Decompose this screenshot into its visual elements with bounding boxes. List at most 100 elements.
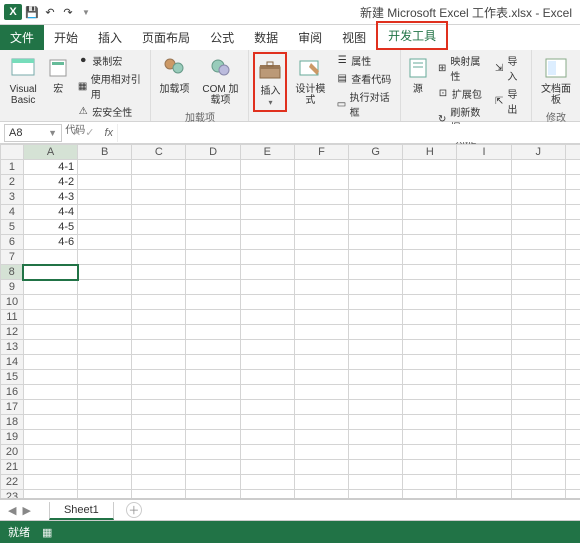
tab-developer[interactable]: 开发工具 (376, 21, 448, 50)
cell-F19[interactable] (294, 430, 348, 445)
cell-J21[interactable] (511, 460, 565, 475)
cell-G6[interactable] (349, 235, 403, 250)
cell-B5[interactable] (78, 220, 132, 235)
cell-F23[interactable] (294, 490, 348, 500)
cell-I21[interactable] (457, 460, 511, 475)
cell-I7[interactable] (457, 250, 511, 265)
cell-F13[interactable] (294, 340, 348, 355)
cell-H6[interactable] (403, 235, 457, 250)
cell-I5[interactable] (457, 220, 511, 235)
row-header-3[interactable]: 3 (1, 190, 24, 205)
cell-F8[interactable] (294, 265, 348, 280)
cell-I18[interactable] (457, 415, 511, 430)
map-properties-button[interactable]: ⊞映射属性 (434, 52, 488, 84)
cell-K19[interactable] (565, 430, 580, 445)
cell-C7[interactable] (132, 250, 186, 265)
cell-K20[interactable] (565, 445, 580, 460)
cell-H11[interactable] (403, 310, 457, 325)
name-dropdown-icon[interactable]: ▼ (48, 128, 57, 138)
cell-H19[interactable] (403, 430, 457, 445)
col-header-H[interactable]: H (403, 145, 457, 160)
cell-K13[interactable] (565, 340, 580, 355)
cell-A16[interactable] (23, 385, 77, 400)
cell-E22[interactable] (240, 475, 294, 490)
doc-panel-button[interactable]: 文档面板 (536, 52, 576, 108)
cell-D21[interactable] (186, 460, 240, 475)
cell-K21[interactable] (565, 460, 580, 475)
row-header-21[interactable]: 21 (1, 460, 24, 475)
cell-J14[interactable] (511, 355, 565, 370)
cell-B3[interactable] (78, 190, 132, 205)
cell-A19[interactable] (23, 430, 77, 445)
row-header-2[interactable]: 2 (1, 175, 24, 190)
col-header-J[interactable]: J (511, 145, 565, 160)
cell-K17[interactable] (565, 400, 580, 415)
cell-C5[interactable] (132, 220, 186, 235)
cell-G10[interactable] (349, 295, 403, 310)
redo-icon[interactable]: ↷ (60, 4, 76, 20)
cell-A12[interactable] (23, 325, 77, 340)
cell-B14[interactable] (78, 355, 132, 370)
cell-H2[interactable] (403, 175, 457, 190)
col-header-C[interactable]: C (132, 145, 186, 160)
cell-I10[interactable] (457, 295, 511, 310)
cell-C23[interactable] (132, 490, 186, 500)
cell-F12[interactable] (294, 325, 348, 340)
cell-H8[interactable] (403, 265, 457, 280)
controls-insert-button[interactable]: 插入▾ (253, 52, 287, 112)
row-header-20[interactable]: 20 (1, 445, 24, 460)
properties-button[interactable]: ☰属性 (333, 52, 396, 69)
cell-E1[interactable] (240, 160, 294, 175)
cell-D1[interactable] (186, 160, 240, 175)
cell-G12[interactable] (349, 325, 403, 340)
cell-D10[interactable] (186, 295, 240, 310)
cell-C11[interactable] (132, 310, 186, 325)
cell-F17[interactable] (294, 400, 348, 415)
cell-C10[interactable] (132, 295, 186, 310)
cell-B12[interactable] (78, 325, 132, 340)
cell-G5[interactable] (349, 220, 403, 235)
cell-B16[interactable] (78, 385, 132, 400)
cell-I3[interactable] (457, 190, 511, 205)
row-header-22[interactable]: 22 (1, 475, 24, 490)
cell-J6[interactable] (511, 235, 565, 250)
cell-F2[interactable] (294, 175, 348, 190)
cell-J8[interactable] (511, 265, 565, 280)
cell-B22[interactable] (78, 475, 132, 490)
cell-K2[interactable] (565, 175, 580, 190)
tab-page-layout[interactable]: 页面布局 (132, 25, 200, 50)
cell-E4[interactable] (240, 205, 294, 220)
cell-G14[interactable] (349, 355, 403, 370)
cell-H22[interactable] (403, 475, 457, 490)
cell-D17[interactable] (186, 400, 240, 415)
cell-I14[interactable] (457, 355, 511, 370)
row-header-15[interactable]: 15 (1, 370, 24, 385)
tab-data[interactable]: 数据 (244, 25, 288, 50)
cell-A1[interactable]: 4-1 (23, 160, 77, 175)
cell-B1[interactable] (78, 160, 132, 175)
cell-G15[interactable] (349, 370, 403, 385)
cell-D11[interactable] (186, 310, 240, 325)
cell-E8[interactable] (240, 265, 294, 280)
cell-J17[interactable] (511, 400, 565, 415)
cell-C6[interactable] (132, 235, 186, 250)
cell-C16[interactable] (132, 385, 186, 400)
cell-F4[interactable] (294, 205, 348, 220)
cell-J7[interactable] (511, 250, 565, 265)
cell-K23[interactable] (565, 490, 580, 500)
macro-record-status-icon[interactable]: ▦ (42, 526, 52, 539)
cell-B6[interactable] (78, 235, 132, 250)
cell-I9[interactable] (457, 280, 511, 295)
cell-K5[interactable] (565, 220, 580, 235)
cell-I11[interactable] (457, 310, 511, 325)
name-box[interactable]: A8 ▼ (4, 124, 62, 142)
cell-H7[interactable] (403, 250, 457, 265)
enter-icon[interactable]: ✓ (85, 126, 94, 139)
cell-E15[interactable] (240, 370, 294, 385)
macro-security-button[interactable]: ⚠宏安全性 (74, 103, 146, 120)
cell-D8[interactable] (186, 265, 240, 280)
select-all-corner[interactable] (1, 145, 24, 160)
cell-C21[interactable] (132, 460, 186, 475)
cell-H16[interactable] (403, 385, 457, 400)
cell-C12[interactable] (132, 325, 186, 340)
